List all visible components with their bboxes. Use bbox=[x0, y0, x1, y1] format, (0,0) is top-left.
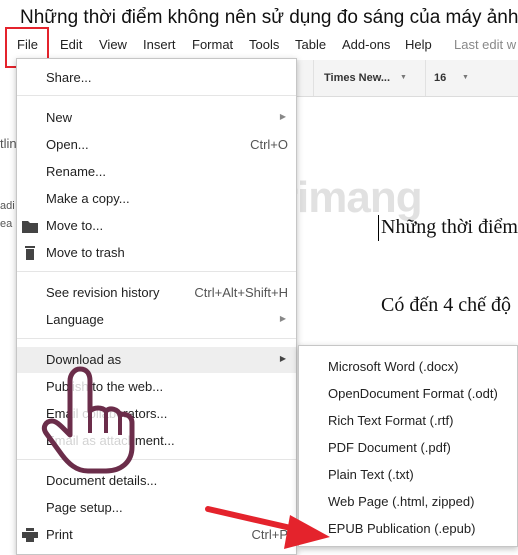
submenu-item-label: Microsoft Word (.docx) bbox=[328, 359, 459, 374]
chevron-down-icon: ▼ bbox=[400, 74, 407, 81]
menu-item-move-trash[interactable]: Move to trash bbox=[17, 240, 296, 266]
submenu-item-label: EPUB Publication (.epub) bbox=[328, 521, 476, 536]
download-odt[interactable]: OpenDocument Format (.odt) bbox=[299, 381, 517, 407]
download-rtf[interactable]: Rich Text Format (.rtf) bbox=[299, 408, 517, 434]
document-title[interactable]: Những thời điểm không nên sử dụng đo sán… bbox=[20, 4, 518, 32]
submenu-arrow-icon: ▶ bbox=[279, 314, 286, 323]
menu-item-language[interactable]: Language ▶ bbox=[17, 307, 296, 333]
file-menu: Share... New ▶ Open... Ctrl+O Rename... … bbox=[16, 58, 297, 555]
hand-pointer-icon bbox=[41, 366, 135, 474]
submenu-arrow-icon: ▶ bbox=[279, 112, 286, 121]
menu-item-label: Make a copy... bbox=[46, 191, 130, 206]
submenu-item-label: Rich Text Format (.rtf) bbox=[328, 413, 454, 428]
menu-item-label: Move to trash bbox=[46, 245, 125, 260]
menu-item-label: Rename... bbox=[46, 164, 106, 179]
outline-fragment: adi bbox=[0, 200, 15, 212]
menu-item-make-copy[interactable]: Make a copy... bbox=[17, 186, 296, 212]
folder-icon bbox=[22, 221, 38, 233]
doc-paragraph[interactable]: Có đến 4 chế độ bbox=[381, 294, 511, 317]
download-txt[interactable]: Plain Text (.txt) bbox=[299, 462, 517, 488]
menu-item-label: New bbox=[46, 110, 73, 125]
menu-item-label: Print bbox=[46, 527, 73, 542]
left-outline-strip: tlin adi ea bbox=[0, 96, 17, 555]
submenu-item-label: PDF Document (.pdf) bbox=[328, 440, 451, 455]
download-docx[interactable]: Microsoft Word (.docx) bbox=[299, 354, 517, 380]
red-arrow-annotation bbox=[205, 506, 330, 549]
trash-icon bbox=[25, 246, 35, 260]
menu-format[interactable]: Format bbox=[192, 37, 233, 52]
menu-item-share[interactable]: Share... bbox=[17, 65, 296, 91]
doc-heading[interactable]: Những thời điểm bbox=[381, 216, 518, 239]
menu-item-label: Language bbox=[46, 312, 104, 327]
outline-fragment: ea bbox=[0, 218, 13, 230]
menu-table[interactable]: Table bbox=[295, 37, 326, 52]
font-family-value: Times New... bbox=[324, 72, 391, 84]
format-toolbar: Times New... ▼ 16 ▼ bbox=[295, 60, 518, 97]
menu-view[interactable]: View bbox=[99, 37, 127, 52]
shortcut-text: Ctrl+O bbox=[250, 137, 288, 152]
menu-item-label: Open... bbox=[46, 137, 89, 152]
menu-item-revision-history[interactable]: See revision history Ctrl+Alt+Shift+H bbox=[17, 280, 296, 306]
menu-item-label: Document details... bbox=[46, 473, 158, 488]
submenu-item-label: OpenDocument Format (.odt) bbox=[328, 386, 498, 401]
menu-divider bbox=[17, 338, 296, 339]
menu-help[interactable]: Help bbox=[405, 37, 432, 52]
menu-file-label: File bbox=[17, 37, 38, 52]
font-family-select[interactable]: Times New... ▼ bbox=[313, 60, 414, 96]
printer-icon bbox=[22, 528, 38, 542]
submenu-item-label: Plain Text (.txt) bbox=[328, 467, 414, 482]
shortcut-text: Ctrl+Alt+Shift+H bbox=[194, 285, 288, 300]
font-size-select[interactable]: 16 ▼ bbox=[425, 60, 474, 96]
menu-divider bbox=[17, 271, 296, 272]
submenu-item-label: Web Page (.html, zipped) bbox=[328, 494, 475, 509]
text-cursor bbox=[378, 215, 379, 241]
menu-item-move-to[interactable]: Move to... bbox=[17, 213, 296, 239]
menu-item-new[interactable]: New ▶ bbox=[17, 105, 296, 131]
menu-item-label: Move to... bbox=[46, 218, 104, 233]
menu-edit[interactable]: Edit bbox=[60, 37, 82, 52]
font-size-value: 16 bbox=[434, 72, 447, 84]
menu-item-rename[interactable]: Rename... bbox=[17, 159, 296, 185]
outline-fragment: tlin bbox=[0, 136, 17, 151]
chevron-down-icon: ▼ bbox=[462, 74, 469, 81]
menu-item-label: Share... bbox=[46, 70, 92, 85]
download-pdf[interactable]: PDF Document (.pdf) bbox=[299, 435, 517, 461]
menubar: Edit View Insert Format Tools Table Add-… bbox=[0, 32, 518, 58]
menu-tools[interactable]: Tools bbox=[249, 37, 279, 52]
menu-insert[interactable]: Insert bbox=[143, 37, 176, 52]
menu-addons[interactable]: Add-ons bbox=[342, 37, 390, 52]
submenu-arrow-icon: ▶ bbox=[279, 354, 286, 363]
menu-divider bbox=[17, 95, 296, 96]
last-edit-text[interactable]: Last edit w bbox=[454, 37, 516, 52]
menu-item-open[interactable]: Open... Ctrl+O bbox=[17, 132, 296, 158]
menu-item-label: Page setup... bbox=[46, 500, 123, 515]
menu-item-label: See revision history bbox=[46, 285, 160, 300]
